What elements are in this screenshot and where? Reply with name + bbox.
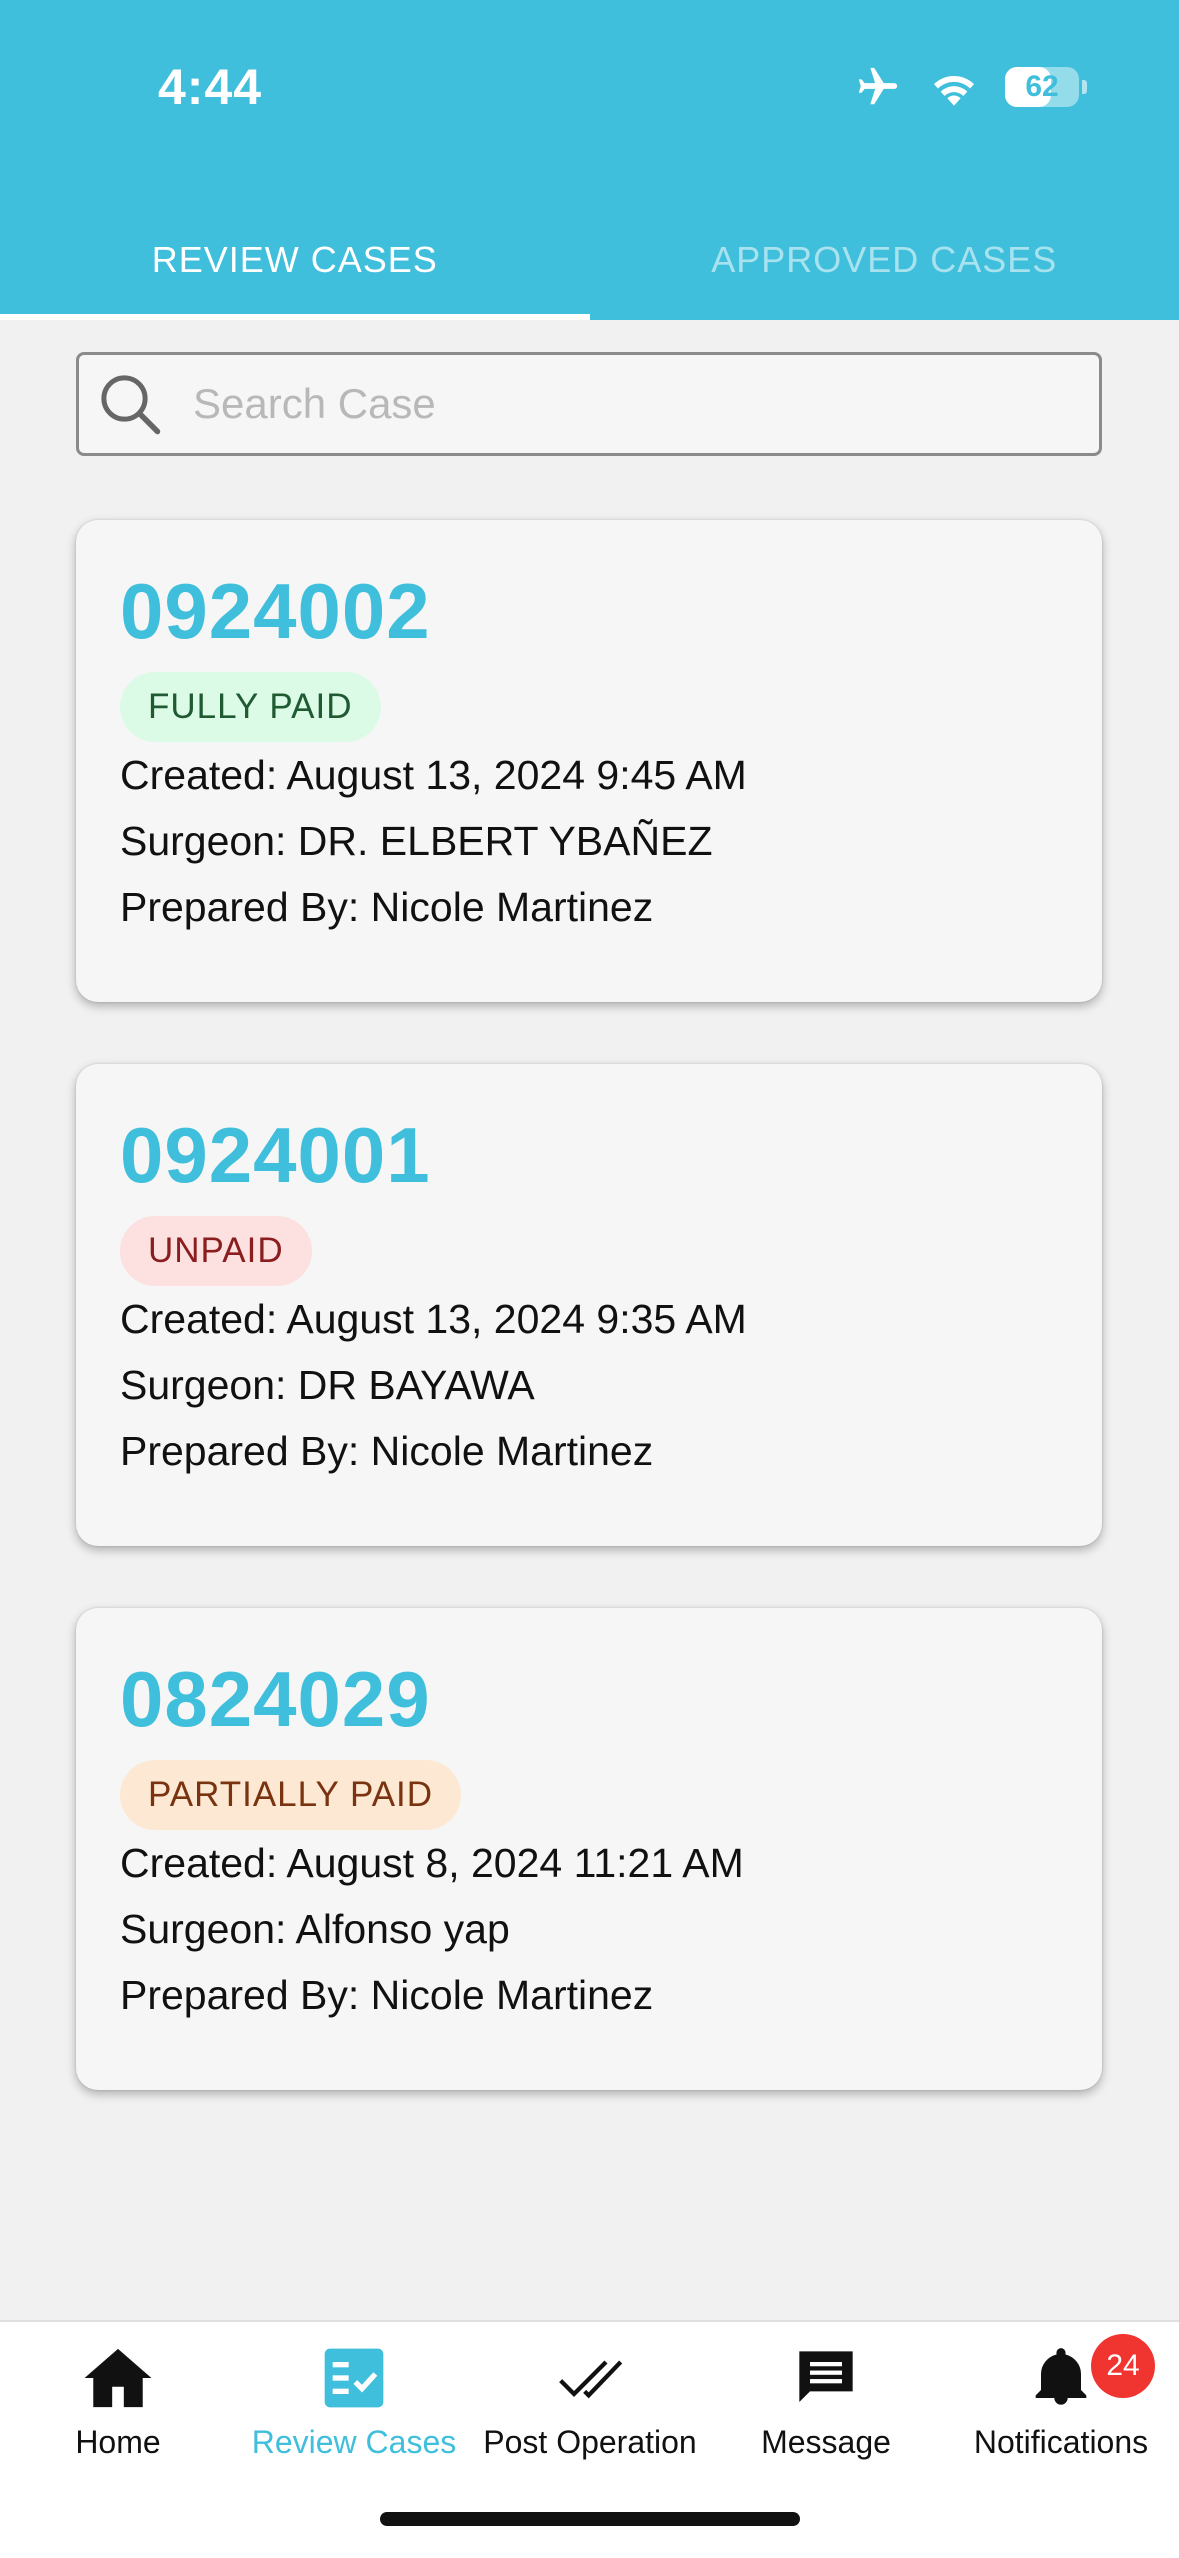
nav-notifications[interactable]: 24 Notifications — [943, 2322, 1179, 2482]
wifi-icon — [929, 67, 979, 107]
case-surgeon: Surgeon: DR. ELBERT YBAÑEZ — [120, 808, 1058, 874]
bell-icon — [1028, 2346, 1094, 2410]
status-badge: UNPAID — [120, 1216, 312, 1286]
notification-count-badge: 24 — [1091, 2334, 1155, 2398]
nav-review-cases-label: Review Cases — [236, 2424, 472, 2461]
nav-home[interactable]: Home — [0, 2322, 236, 2482]
app-header: 4:44 62 REVIEW CASES APPROVED CASES — [0, 0, 1179, 320]
case-prepared-by: Prepared By: Nicole Martinez — [120, 1962, 1058, 2028]
case-prepared-by: Prepared By: Nicole Martinez — [120, 874, 1058, 940]
case-card[interactable]: 0924002 FULLY PAID Created: August 13, 2… — [76, 520, 1102, 1002]
nav-message[interactable]: Message — [708, 2322, 944, 2482]
airplane-icon — [853, 64, 903, 110]
search-input[interactable] — [191, 379, 1045, 429]
case-created: Created: August 8, 2024 11:21 AM — [120, 1830, 1058, 1896]
status-time: 4:44 — [158, 58, 262, 116]
battery-level: 62 — [1005, 70, 1079, 104]
case-card[interactable]: 0924001 UNPAID Created: August 13, 2024 … — [76, 1064, 1102, 1546]
message-icon — [793, 2346, 859, 2410]
case-prepared-by: Prepared By: Nicole Martinez — [120, 1418, 1058, 1484]
tab-approved-cases[interactable]: APPROVED CASES — [590, 200, 1179, 320]
case-surgeon: Surgeon: DR BAYAWA — [120, 1352, 1058, 1418]
search-icon — [97, 371, 163, 437]
tab-review-cases[interactable]: REVIEW CASES — [0, 200, 590, 320]
case-number: 0924001 — [120, 1116, 1058, 1194]
status-icons: 62 — [853, 62, 1079, 112]
status-badge: PARTIALLY PAID — [120, 1760, 461, 1830]
case-tabs: REVIEW CASES APPROVED CASES — [0, 200, 1179, 320]
nav-home-label: Home — [0, 2424, 236, 2461]
nav-review-cases[interactable]: Review Cases — [236, 2322, 472, 2482]
nav-post-operation[interactable]: Post Operation — [472, 2322, 708, 2482]
case-number: 0924002 — [120, 572, 1058, 650]
nav-post-operation-label: Post Operation — [472, 2424, 708, 2461]
case-number: 0824029 — [120, 1660, 1058, 1738]
case-surgeon: Surgeon: Alfonso yap — [120, 1896, 1058, 1962]
home-icon — [83, 2346, 153, 2410]
search-box — [76, 352, 1102, 456]
review-cases-icon — [322, 2346, 386, 2410]
home-indicator — [380, 2512, 800, 2526]
nav-message-label: Message — [708, 2424, 944, 2461]
case-created: Created: August 13, 2024 9:35 AM — [120, 1286, 1058, 1352]
case-created: Created: August 13, 2024 9:45 AM — [120, 742, 1058, 808]
case-card[interactable]: 0824029 PARTIALLY PAID Created: August 8… — [76, 1608, 1102, 2090]
nav-notifications-label: Notifications — [943, 2424, 1179, 2461]
battery-indicator: 62 — [1005, 67, 1079, 107]
status-badge: FULLY PAID — [120, 672, 381, 742]
double-check-icon — [555, 2346, 625, 2410]
battery-nub — [1082, 80, 1087, 94]
